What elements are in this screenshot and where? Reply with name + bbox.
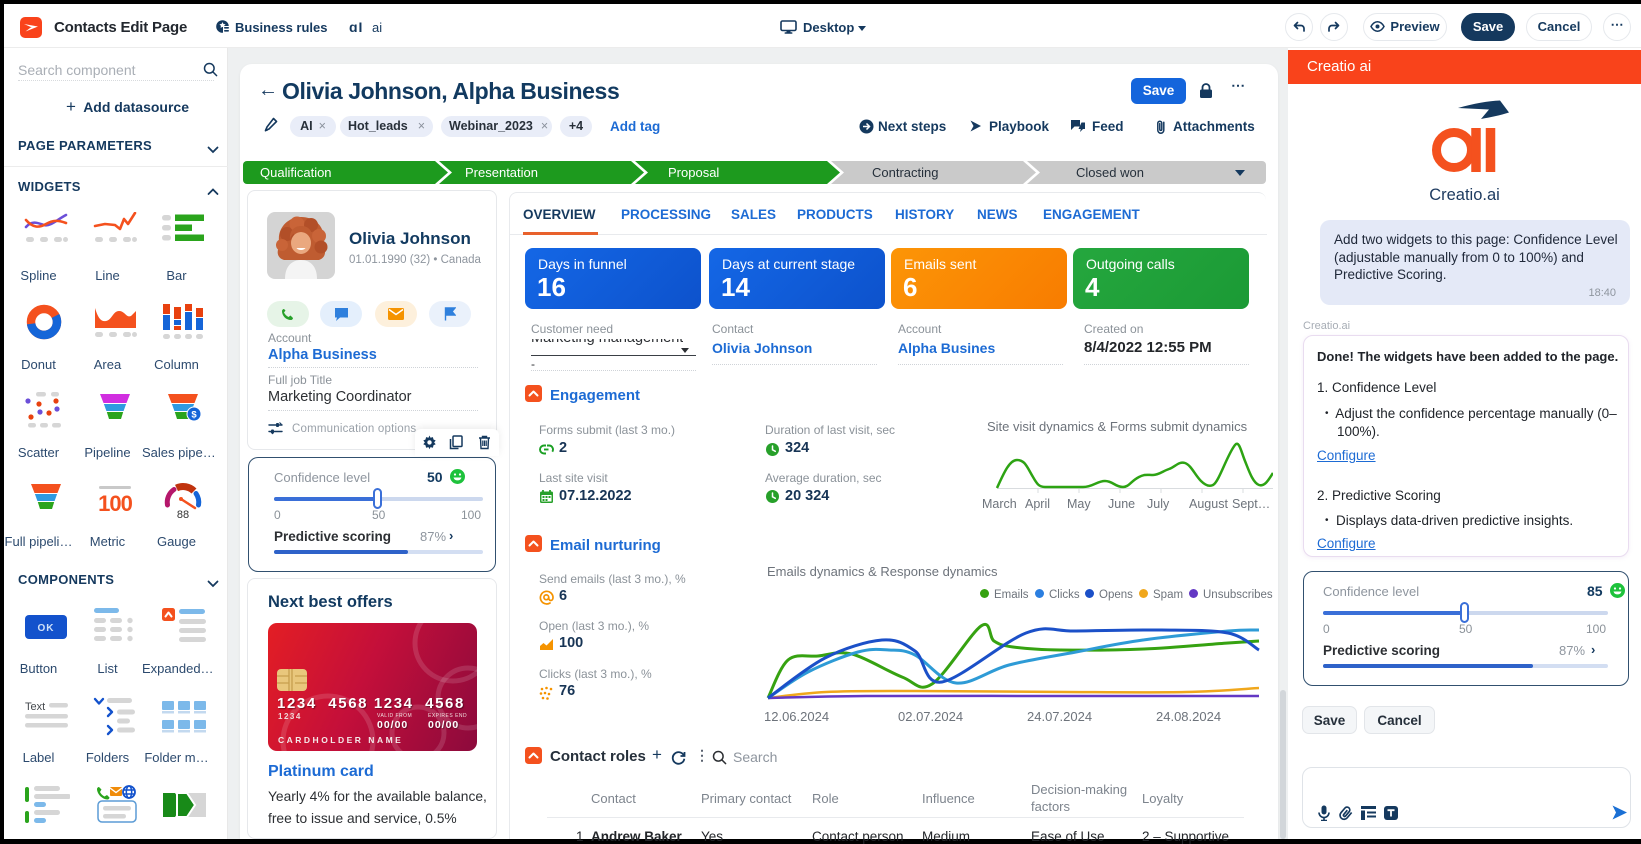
svg-text:Text: Text — [25, 701, 45, 713]
svg-text:$: $ — [191, 410, 197, 421]
svg-text:88: 88 — [177, 509, 189, 520]
svg-text:100: 100 — [98, 491, 132, 516]
svg-text:OK: OK — [38, 623, 55, 634]
